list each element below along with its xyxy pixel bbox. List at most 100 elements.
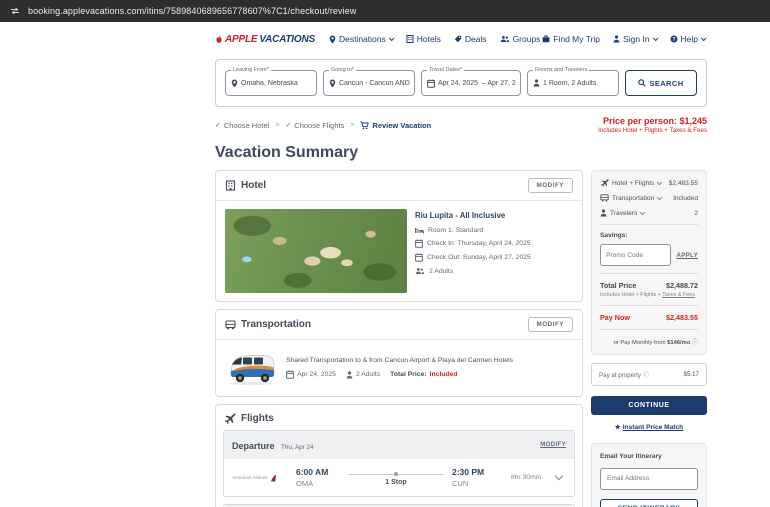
breadcrumb-choose-hotel[interactable]: ✓ Choose Hotel	[215, 121, 269, 130]
send-itinerary-button[interactable]: SEND ITINERARY	[600, 499, 698, 507]
star-icon: ★	[615, 424, 621, 431]
breadcrumb-choose-flights[interactable]: ✓ Choose Flights	[285, 121, 344, 130]
transportation-price-value: Included	[430, 371, 458, 378]
summary-value: Included	[673, 195, 698, 202]
summary-row-hotel-flights[interactable]: Hotel + Flights $2,483.55	[600, 179, 698, 187]
briefcase-icon	[542, 35, 550, 43]
departure-flight-row[interactable]: American Airlines 6:00 AM OMA 1 Stop	[224, 459, 574, 496]
check-in-label: Check In: Thursday, April 24, 2025	[427, 240, 531, 247]
people-icon	[415, 267, 425, 275]
rooms-travelers-input[interactable]	[543, 80, 614, 87]
search-icon	[638, 79, 646, 87]
calendar-icon	[415, 253, 423, 262]
summary-row-travelers[interactable]: Travelers 2	[600, 209, 698, 217]
stops-label: 1 Stop	[348, 479, 444, 486]
going-to-field[interactable]: Going to*	[323, 70, 415, 96]
promo-code-input[interactable]	[600, 244, 671, 266]
instant-price-match-link[interactable]: Instant Price Match	[623, 424, 683, 431]
hotel-icon	[406, 35, 414, 43]
breadcrumb-review-vacation[interactable]: Review Vacation	[360, 121, 431, 130]
summary-row-transportation[interactable]: Transportation Included	[600, 194, 698, 202]
apple-icon	[215, 35, 223, 44]
browser-url-bar[interactable]: booking.applevacations.com/itins/7589840…	[0, 0, 770, 22]
nav-label: Hotels	[417, 34, 441, 44]
leaving-from-input[interactable]	[241, 80, 312, 87]
svg-text:?: ?	[672, 37, 675, 43]
going-to-input[interactable]	[339, 80, 410, 87]
person-icon	[533, 79, 540, 87]
modify-hotel-button[interactable]: MODIFY	[528, 178, 574, 193]
continue-button[interactable]: CONTINUE	[591, 396, 707, 415]
modify-departure-link[interactable]: MODIFY	[540, 442, 566, 448]
person-icon	[600, 209, 607, 217]
nav-item-destinations[interactable]: Destinations	[329, 34, 393, 44]
nav-item-help[interactable]: ? Help	[670, 34, 705, 44]
divider	[600, 224, 698, 225]
plane-icon	[225, 413, 236, 424]
price-per-person-note: Includes Hotel + Flights + Taxes & Fees	[598, 127, 707, 134]
leaving-from-field[interactable]: Leaving From*	[225, 70, 317, 96]
check-out-label: Check Out: Sunday, April 27, 2025	[427, 254, 531, 261]
divider	[600, 329, 698, 330]
cart-icon	[360, 121, 369, 130]
transportation-section-title: Transportation	[225, 319, 311, 330]
segment-type-label: Departure	[232, 441, 275, 451]
calendar-icon	[286, 370, 294, 379]
brand-logo[interactable]: APPLE VACATIONS	[215, 34, 315, 45]
arrive-time: 2:30 PM	[452, 467, 496, 477]
breadcrumb-row: ✓ Choose Hotel > ✓ Choose Flights > Revi…	[215, 116, 707, 134]
flight-duration: 8hr 30min	[504, 474, 548, 481]
nav-item-hotels[interactable]: Hotels	[406, 34, 441, 44]
help-icon: ?	[670, 35, 678, 43]
travel-dates-field[interactable]: Travel Dates*	[421, 70, 521, 96]
nav-label: Groups	[513, 34, 541, 44]
nav-label: Help	[681, 34, 698, 44]
nav-item-deals[interactable]: Deals	[454, 34, 487, 44]
occupancy-row: 2 Adults	[415, 267, 531, 275]
depart-airport-code: OMA	[296, 479, 340, 488]
total-price-row: Total Price $2,488.72	[600, 281, 698, 290]
email-itinerary-title: Email Your Itinerary	[600, 453, 698, 460]
departure-header: Departure Thu, Apr 24 MODIFY	[224, 431, 574, 459]
modify-transportation-button[interactable]: MODIFY	[528, 317, 574, 332]
hotel-icon	[225, 180, 236, 191]
nav-item-sign-in[interactable]: Sign In	[613, 34, 656, 44]
info-icon[interactable]: ⓘ	[643, 373, 649, 379]
secondary-nav: Find My Trip Sign In ? Help	[542, 34, 705, 44]
pay-now-value: $2,483.55	[666, 313, 698, 322]
section-title-label: Flights	[241, 413, 274, 424]
calendar-icon	[415, 239, 423, 248]
chevron-down-icon	[657, 195, 662, 200]
email-address-input[interactable]	[600, 468, 698, 490]
price-per-person-value: Price per person: $1,245	[598, 116, 707, 126]
summary-value: $2,483.55	[669, 180, 698, 187]
search-panel: Leaving From* Going to* Travel Dates* Ro…	[215, 59, 707, 107]
pay-monthly-note: or Pay Monthly from $146/mo ⓘ	[600, 337, 698, 346]
info-icon[interactable]: ⓘ	[692, 340, 698, 346]
pay-now-label: Pay Now	[600, 313, 630, 322]
rooms-travelers-field[interactable]: Rooms and Travelers	[527, 70, 619, 96]
travel-dates-input[interactable]	[438, 80, 516, 87]
monthly-amount: $146/mo	[667, 340, 690, 346]
nav-label: Sign In	[623, 34, 649, 44]
chevron-down-icon	[701, 35, 707, 41]
nav-item-groups[interactable]: Groups	[500, 34, 541, 44]
pay-at-property-box: Pay at property ⓘ $5.17	[591, 363, 707, 386]
search-button[interactable]: SEARCH	[625, 70, 697, 96]
nav-item-find-my-trip[interactable]: Find My Trip	[542, 34, 600, 44]
apply-promo-link[interactable]: APPLY	[676, 252, 698, 259]
departure-time-block: 6:00 AM OMA	[296, 467, 340, 488]
taxes-fees-link[interactable]: Taxes & Fees	[662, 292, 695, 298]
chevron-down-icon	[640, 210, 645, 215]
bus-icon	[225, 320, 236, 330]
section-title-label: Hotel	[241, 180, 266, 191]
nav-label: Find My Trip	[553, 34, 600, 44]
location-pin-icon	[329, 79, 336, 88]
hotel-name: Riu Lupita - All Inclusive	[415, 211, 531, 220]
url-text[interactable]: booking.applevacations.com/itins/7589840…	[28, 6, 356, 16]
tag-icon	[454, 35, 462, 43]
email-itinerary-card: Email Your Itinerary SEND ITINERARY	[591, 443, 707, 507]
section-title-label: Transportation	[241, 319, 311, 330]
person-icon	[346, 371, 353, 379]
chevron-down-icon[interactable]	[555, 472, 563, 480]
